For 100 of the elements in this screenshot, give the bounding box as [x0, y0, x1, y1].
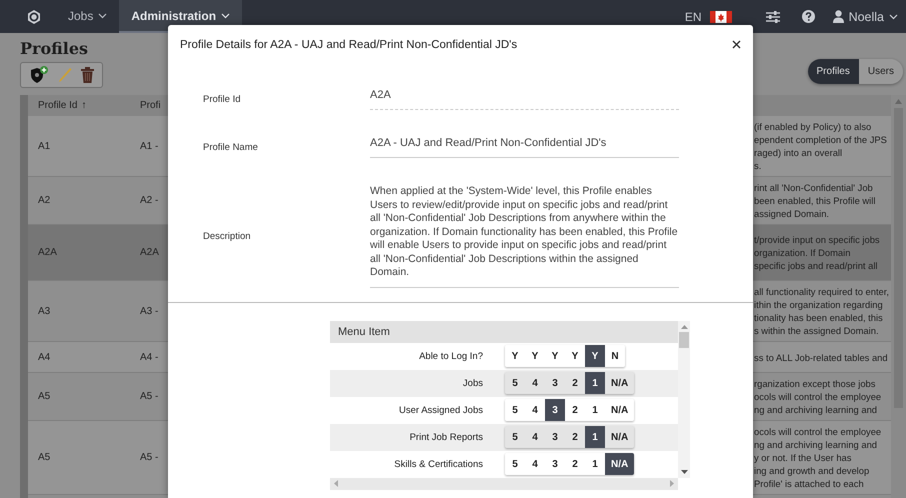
permission-label: Print Job Reports [408, 432, 484, 442]
level-option[interactable]: 2 [565, 372, 585, 394]
level-option[interactable]: N/A [605, 426, 634, 448]
table-cell: A3 [38, 306, 50, 316]
table-cell: A4 [38, 352, 50, 362]
sliders-icon[interactable] [766, 10, 780, 22]
scroll-up-icon[interactable] [680, 324, 688, 328]
level-option[interactable]: 2 [565, 426, 585, 448]
level-option[interactable]: N/A [605, 453, 634, 475]
level-option[interactable]: Y [525, 345, 545, 367]
language-label[interactable]: EN [684, 10, 702, 24]
level-option[interactable]: Y [545, 345, 565, 367]
table-cell: ss to ALL Job-related tables and [754, 352, 888, 362]
column-header[interactable]: Profi [140, 100, 161, 111]
help-icon[interactable] [802, 10, 815, 23]
table-cell: ng and archiving learning and [754, 439, 878, 450]
level-option[interactable]: N [605, 345, 625, 367]
table-cell: ing and growth and develop [754, 465, 870, 476]
level-option[interactable]: 2 [565, 399, 585, 421]
view-tab[interactable]: Profiles [808, 59, 859, 84]
column-header: Menu Item [330, 320, 678, 342]
table-cell: s. [754, 160, 762, 171]
chevron-down-icon [889, 12, 898, 20]
field-value[interactable]: When applied at the 'System-Wide' level, this Profile enables Users to review/edit/provide input on specific jobs and read/print all 'Non-Confidential' Job Descriptions from anywhere within the organization. If Domain functionality has been enabled, this Profile will enable Users to provide input on specific jobs and read/print all 'Non-Confidential' Job Descriptions within the assigned Domain. [370, 185, 679, 288]
table-cell: A3 - [140, 306, 158, 316]
level-option[interactable]: 4 [525, 426, 545, 448]
shield-add-icon[interactable] [29, 66, 49, 84]
level-option[interactable]: 3 [545, 426, 565, 448]
page-title: Profiles [20, 39, 90, 58]
table-cell: been enabled, this Profile will [754, 195, 876, 206]
permission-label: Able to Log In? [418, 350, 484, 362]
table-cell: all functionality required to enter, [754, 286, 889, 297]
table-cell: t/provide input on specific jobs [754, 234, 880, 245]
level-option[interactable]: 1 [585, 453, 605, 475]
table-cell: A2 - [140, 195, 158, 206]
level-option[interactable]: 2 [565, 453, 585, 475]
level-option[interactable]: 3 [545, 453, 565, 475]
table-cell: ithin the organization regarding [754, 299, 883, 310]
table-cell: ng and archiving learning and [754, 404, 878, 415]
column-header[interactable]: Profile Id ↑ [28, 100, 140, 111]
level-option[interactable]: N/A [605, 372, 634, 394]
table-cell: rganization except those jobs [754, 378, 876, 389]
level-option[interactable]: 1 [585, 399, 605, 421]
level-option[interactable]: 5 [505, 399, 525, 421]
field-label: Profile Name [203, 142, 259, 153]
scroll-down-icon[interactable] [680, 470, 688, 474]
table-cell: A5 [38, 391, 50, 402]
close-icon [732, 40, 741, 49]
table-cell: A1 - [140, 140, 158, 152]
level-option[interactable]: 5 [505, 453, 525, 475]
close-button[interactable] [730, 38, 743, 51]
level-option[interactable]: 3 [545, 399, 565, 421]
table-cell: (if enabled by Policy) to also [754, 121, 872, 132]
field-value[interactable]: A2A [370, 89, 679, 110]
table-cell: raged) into an overall [754, 147, 842, 158]
level-option[interactable]: Y [565, 345, 585, 367]
level-option[interactable]: 4 [525, 453, 545, 475]
table-cell: organization. If Domain [754, 247, 850, 258]
level-option[interactable]: 4 [525, 372, 545, 394]
field-label: Profile Id [203, 94, 242, 105]
scrollbar-thumb[interactable] [679, 332, 689, 348]
table-cell: Profile' is attached to each [754, 478, 864, 489]
table-cell: A4 - [140, 352, 158, 362]
table-cell: A5 - [140, 391, 158, 402]
user-menu[interactable]: Noella [832, 10, 898, 24]
table-cell: A2A [140, 247, 159, 258]
table-cell: ependent completion of the JPS [754, 134, 887, 145]
permission-label: Skills & Certifications [393, 458, 484, 470]
table-cell: A2 [38, 195, 50, 206]
table-cell: A2A [38, 247, 57, 258]
table-cell: specific jobs and read/print all [754, 260, 878, 271]
table-cell: ocols will control the employee [754, 391, 882, 402]
level-option[interactable]: 3 [545, 372, 565, 394]
level-option[interactable]: 1 [585, 426, 605, 448]
level-option[interactable]: Y [585, 345, 605, 367]
user-icon [832, 10, 844, 23]
field-label: Description [203, 230, 252, 242]
canada-flag-icon[interactable] [710, 10, 732, 22]
dialog-title: Profile Details for A2A - UAJ and Read/Print Non-Confidential JD's [180, 38, 518, 50]
table-cell: y or not. If the User has [754, 452, 852, 463]
level-option[interactable]: N/A [605, 399, 634, 421]
table-cell: rint all 'Non-Confidential' Job [754, 182, 873, 193]
view-tab[interactable]: Users [858, 59, 903, 84]
level-option[interactable]: 5 [505, 372, 525, 394]
logo-icon [26, 8, 42, 24]
table-cell: s within the assigned Domain. [754, 325, 879, 336]
table-cell: ocols will control the employee [754, 426, 882, 437]
level-option[interactable]: 4 [525, 399, 545, 421]
permission-label: User Assigned Jobs [398, 404, 484, 416]
field-value[interactable]: A2A - UAJ and Read/Print Non-Confidential JD's [370, 137, 679, 158]
level-option[interactable]: Y [505, 345, 525, 367]
chevron-down-icon [98, 12, 108, 20]
table-cell: tionality has been enabled, this [754, 312, 883, 323]
permission-label: Jobs [462, 378, 484, 388]
trash-icon[interactable] [81, 67, 94, 83]
level-option[interactable]: 5 [505, 426, 525, 448]
nav-menu[interactable]: Jobs [56, 0, 120, 33]
table-cell: A5 [38, 452, 50, 463]
chevron-down-icon [221, 12, 230, 20]
level-option[interactable]: 1 [585, 372, 605, 394]
